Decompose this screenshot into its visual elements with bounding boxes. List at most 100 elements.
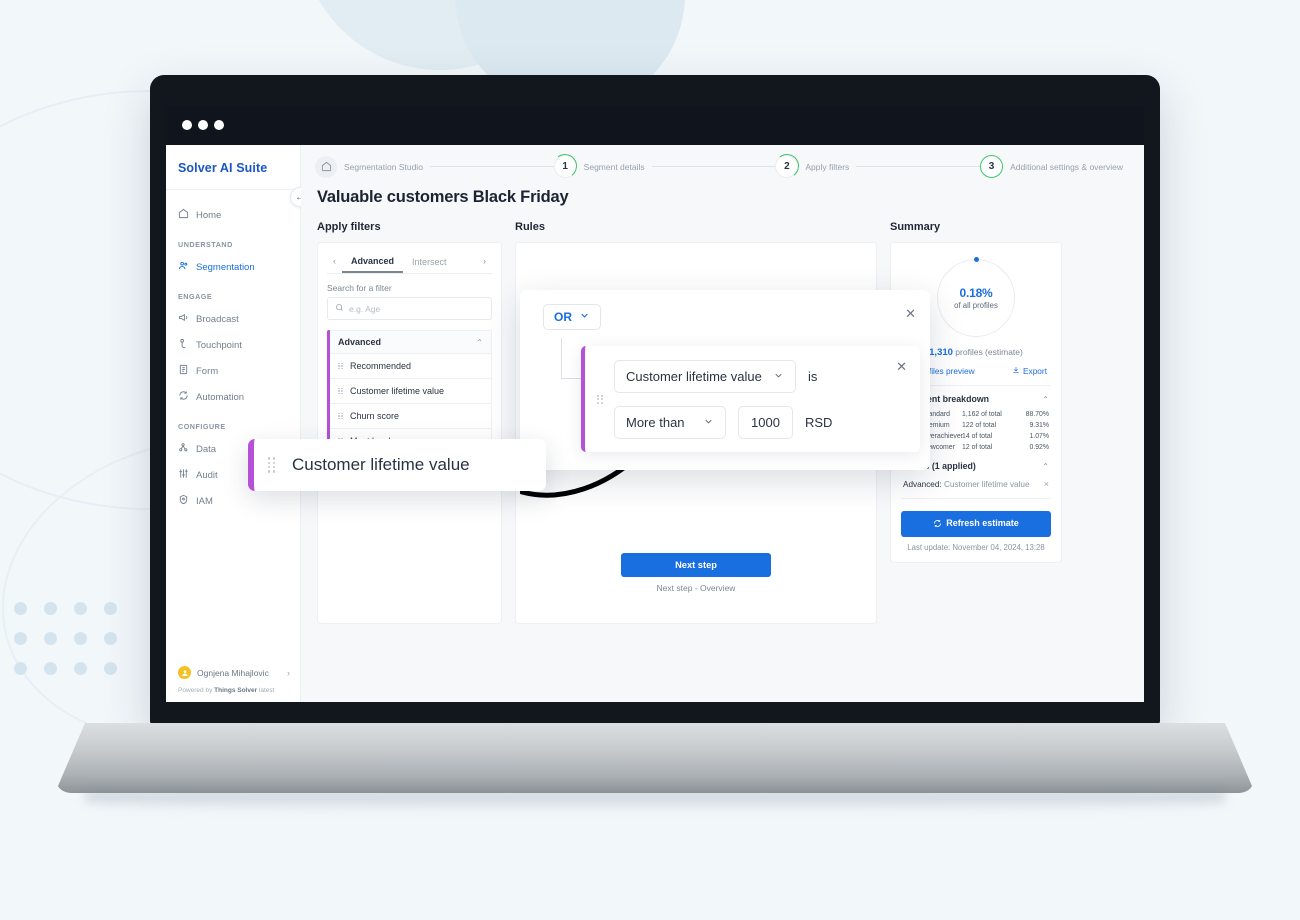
automation-icon — [178, 390, 189, 404]
dragging-filter-card[interactable]: Customer lifetime value — [248, 439, 546, 491]
filter-item-label: Recommended — [350, 361, 412, 371]
breakdown-pct: 1.07% — [1029, 433, 1049, 440]
applied-filter-prefix: Advanced: — [903, 479, 942, 489]
remove-filter-button[interactable]: × — [1044, 479, 1049, 489]
sidebar-nav: Home UNDERSTAND Segmentation ENGAGE Broa… — [166, 190, 300, 658]
search-label: Search for a filter — [327, 283, 392, 293]
powered-prefix: Powered by — [178, 687, 213, 694]
rule-row: Customer lifetime value is More than 100… — [581, 346, 920, 452]
sidebar: Solver AI Suite ← Home UNDERSTAND Segmen… — [166, 145, 310, 702]
rules-title: Rules — [515, 221, 545, 233]
rule-comparator-value: More than — [626, 414, 685, 430]
search-icon — [335, 303, 344, 314]
tabs-prev-button[interactable]: ‹ — [327, 256, 342, 271]
sidebar-item-label: Home — [196, 209, 222, 221]
rule-connector-horizontal — [561, 378, 583, 379]
avatar — [178, 666, 191, 679]
apply-filters-column: Apply filters ‹ Advanced Intersect › Sea… — [317, 221, 502, 624]
drag-handle-icon[interactable] — [597, 394, 603, 405]
export-label: Export — [1023, 366, 1047, 376]
applied-filter-text: Advanced: Customer lifetime value — [903, 480, 1030, 489]
sidebar-item-label: Automation — [196, 391, 245, 403]
drag-handle-icon[interactable] — [338, 362, 343, 371]
sidebar-item-automation[interactable]: Automation — [166, 384, 300, 410]
browser-chrome — [166, 105, 1144, 145]
stepper: Segmentation Studio 1 Segment details 2 … — [301, 155, 1144, 178]
list-item[interactable]: Churn score — [330, 404, 492, 429]
list-item[interactable]: Customer lifetime value — [330, 379, 492, 404]
rule-comparator-select[interactable]: More than — [614, 405, 726, 439]
user-menu[interactable]: Ognjena Mihajlovic › — [166, 658, 300, 685]
drag-handle-icon[interactable] — [338, 387, 343, 396]
donut-caption: of all profiles — [954, 301, 998, 310]
search-placeholder: e.g. Age — [349, 303, 381, 314]
estimate-count: 1,310 — [929, 347, 953, 358]
step-connector — [856, 166, 981, 167]
breakdown-pct: 0.92% — [1029, 444, 1049, 451]
users-icon — [178, 260, 189, 274]
topbar: Segmentation Studio 1 Segment details 2 … — [301, 145, 1144, 207]
rule-field-value: Customer lifetime value — [626, 368, 762, 384]
window-dot-2[interactable] — [198, 120, 208, 130]
chevron-down-icon — [703, 415, 714, 430]
breakdown-pct: 88.70% — [1025, 411, 1049, 418]
sidebar-item-label: IAM — [196, 495, 213, 507]
breadcrumb-home-button[interactable] — [315, 155, 337, 178]
list-item[interactable]: Recommended — [330, 354, 492, 379]
breadcrumb-segmentation-studio[interactable]: Segmentation Studio — [337, 162, 430, 172]
step-1-label[interactable]: Segment details — [577, 162, 652, 172]
tab-advanced[interactable]: Advanced — [342, 253, 404, 273]
sidebar-group-engage: ENGAGE — [178, 292, 213, 301]
sidebar-group-configure: CONFIGURE — [178, 422, 226, 431]
sidebar-item-label: Form — [196, 365, 219, 377]
tabs-next-button[interactable]: › — [477, 256, 492, 271]
rule-connector-vertical — [561, 338, 562, 378]
sidebar-item-label: Data — [196, 443, 217, 455]
sidebar-item-iam[interactable]: IAM — [166, 488, 300, 514]
operator-label: OR — [554, 310, 572, 324]
rule-field-select[interactable]: Customer lifetime value — [614, 359, 796, 393]
powered-suffix: latest — [258, 687, 275, 694]
sidebar-item-form[interactable]: Form — [166, 358, 300, 384]
sidebar-item-segmentation[interactable]: Segmentation — [166, 254, 300, 280]
breakdown-value: 122 of total — [962, 422, 997, 429]
rule-line-field: Customer lifetime value is — [614, 359, 920, 393]
export-link[interactable]: Export — [1012, 366, 1047, 376]
last-update-text: Last update: November 04, 2024, 13:28 — [907, 542, 1045, 552]
window-dot-3[interactable] — [214, 120, 224, 130]
window-dot-1[interactable] — [182, 120, 192, 130]
step-2-label[interactable]: Apply filters — [798, 162, 856, 172]
estimate-suffix: profiles (estimate) — [955, 347, 1023, 357]
drag-handle-icon[interactable] — [268, 457, 276, 473]
rule-unit-label: RSD — [805, 414, 833, 430]
tab-intersect[interactable]: Intersect — [403, 254, 456, 272]
breakdown-value: 14 of total — [962, 433, 993, 440]
step-3-label[interactable]: Additional settings & overview — [1003, 162, 1130, 172]
filter-group-advanced[interactable]: Advanced ⌃ — [330, 330, 492, 354]
refresh-estimate-button[interactable]: Refresh estimate — [901, 511, 1051, 537]
filter-tabs: ‹ Advanced Intersect › — [327, 253, 492, 274]
step-1-badge[interactable]: 1 — [553, 155, 577, 178]
step-2-badge[interactable]: 2 — [775, 155, 799, 178]
rule-value-input[interactable]: 1000 — [738, 405, 793, 439]
search-input[interactable]: e.g. Age — [327, 297, 492, 320]
close-icon[interactable]: ✕ — [905, 307, 916, 320]
chevron-up-icon: ⌃ — [1042, 461, 1049, 471]
applied-filter-row: Advanced: Customer lifetime value × — [901, 476, 1051, 499]
sidebar-item-label: Segmentation — [196, 261, 255, 273]
step-3-badge[interactable]: 3 — [980, 155, 1004, 178]
apply-filters-card: ‹ Advanced Intersect › Search for a filt… — [317, 242, 502, 624]
filter-item-label: Churn score — [350, 411, 400, 421]
drag-handle-icon[interactable] — [338, 412, 343, 421]
remove-rule-button[interactable]: ✕ — [896, 360, 907, 373]
next-step-button[interactable]: Next step — [621, 553, 771, 577]
sidebar-item-home[interactable]: Home — [166, 202, 300, 228]
app-brand: Solver AI Suite — [166, 145, 300, 190]
home-icon — [178, 208, 189, 222]
rule-fields: Customer lifetime value is More than 100… — [614, 359, 920, 439]
sidebar-item-touchpoint[interactable]: Touchpoint — [166, 332, 300, 358]
audit-icon — [178, 468, 189, 482]
logical-operator-select[interactable]: OR — [543, 304, 601, 330]
sidebar-item-broadcast[interactable]: Broadcast — [166, 306, 300, 332]
dragging-filter-label: Customer lifetime value — [292, 455, 470, 474]
